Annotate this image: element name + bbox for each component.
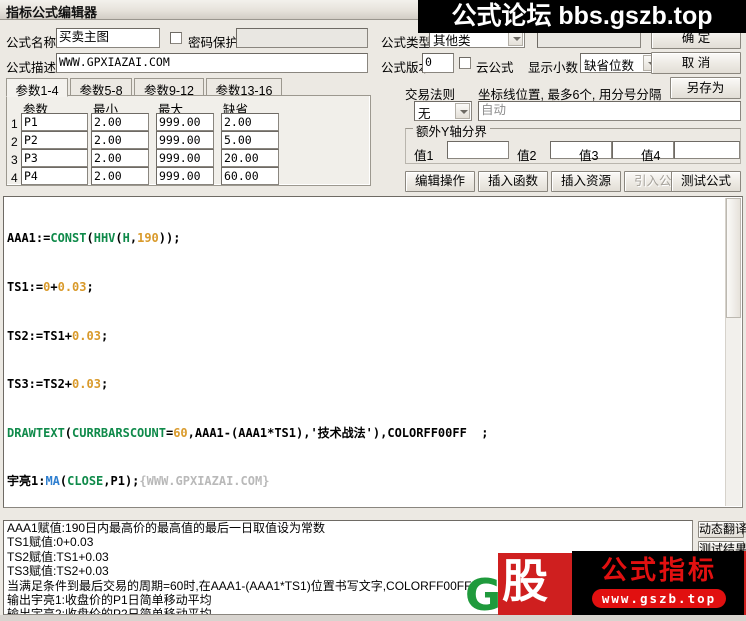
cloud-formula-checkbox[interactable]	[459, 57, 471, 69]
axis-value-1-input[interactable]	[447, 141, 509, 159]
watermark-bull-char: 股	[502, 555, 548, 607]
param-name-input-1[interactable]: P1	[21, 113, 88, 131]
param-max-input-3[interactable]: 999.00	[156, 149, 214, 167]
password-protect-checkbox[interactable]	[170, 32, 182, 44]
output-line-1: AAA1赋值:190日内最高价的最高值的最后一日取值设为常数	[7, 521, 326, 535]
param-row-number-1: 1	[11, 117, 18, 131]
param-row-number-3: 3	[11, 153, 18, 167]
code-editor[interactable]: AAA1:=CONST(HHV(H,190)); TS1:=0+0.03; TS…	[3, 196, 743, 508]
password-protect-label: 密码保护	[188, 36, 239, 50]
password-input[interactable]	[236, 28, 368, 48]
dynamic-translate-button[interactable]: 动态翻译	[698, 521, 746, 538]
watermark-badge-url: www.gszb.top	[592, 589, 726, 608]
parameter-tabs: 参数1-4 参数5-8 参数9-12 参数13-16	[6, 78, 371, 98]
parameter-table-panel: 参数 最小 最大 缺省 1 P1 2.00 999.00 2.00 2 P2 2…	[6, 95, 371, 186]
trade-rule-value: 无	[418, 107, 431, 121]
axis-value-2-label: 值2	[517, 149, 537, 163]
extra-y-axis-caption: 额外Y轴分界	[413, 121, 490, 140]
save-as-button[interactable]: 另存为	[670, 77, 741, 99]
editor-scrollbar-thumb[interactable]	[726, 198, 741, 318]
param-default-input-4[interactable]: 60.00	[221, 167, 279, 185]
axis-value-1-label: 值1	[414, 149, 434, 163]
window-title: 指标公式编辑器	[6, 5, 98, 20]
code-line-4: TS3:=TS2+0.03;	[7, 377, 109, 392]
param-max-input-1[interactable]: 999.00	[156, 113, 214, 131]
formula-name-input[interactable]: 买卖主图	[56, 28, 160, 48]
decimals-value: 缺省位数	[584, 59, 635, 73]
watermark-badge-title: 公式指标	[600, 555, 717, 585]
insert-resource-button[interactable]: 插入资源	[551, 171, 621, 192]
decimals-select[interactable]: 缺省位数	[580, 53, 660, 73]
formula-desc-label: 公式描述	[6, 61, 57, 75]
cancel-button[interactable]: 取 消	[651, 52, 741, 74]
axis-position-input[interactable]: 自动	[478, 101, 741, 121]
param-max-input-2[interactable]: 999.00	[156, 131, 214, 149]
param-min-input-1[interactable]: 2.00	[91, 113, 149, 131]
param-max-input-4[interactable]: 999.00	[156, 167, 214, 185]
cloud-formula-label: 云公式	[476, 61, 514, 75]
decimals-label: 显示小数	[528, 61, 579, 75]
param-default-input-3[interactable]: 20.00	[221, 149, 279, 167]
edit-operations-button[interactable]: 编辑操作	[405, 171, 475, 192]
code-line-2: TS1:=0+0.03;	[7, 280, 94, 294]
param-name-input-3[interactable]: P3	[21, 149, 88, 167]
param-name-input-4[interactable]: P4	[21, 167, 88, 185]
output-line-2: TS1赋值:0+0.03	[7, 535, 94, 550]
tab-params-5-8[interactable]: 参数5-8	[70, 78, 132, 98]
code-line-3: TS2:=TS1+0.03;	[7, 328, 109, 343]
param-row-number-4: 4	[11, 171, 18, 185]
code-content[interactable]: AAA1:=CONST(HHV(H,190)); TS1:=0+0.03; TS…	[7, 198, 742, 507]
watermark-top-banner: 公式论坛 bbs.gszb.top	[418, 0, 746, 33]
formula-type-label: 公式类型	[381, 36, 432, 50]
param-default-input-1[interactable]: 2.00	[221, 113, 279, 131]
editor-vertical-scrollbar[interactable]	[725, 198, 741, 506]
param-min-input-2[interactable]: 2.00	[91, 131, 149, 149]
formula-name-label: 公式名称	[6, 36, 57, 50]
formula-version-input[interactable]: 0	[422, 53, 454, 73]
axis-value-4-input[interactable]	[674, 141, 740, 159]
formula-desc-input[interactable]: WWW.GPXIAZAI.COM	[56, 53, 368, 73]
axis-value-4-label: 值4	[641, 149, 661, 163]
tab-params-13-16[interactable]: 参数13-16	[206, 78, 282, 98]
param-min-input-3[interactable]: 2.00	[91, 149, 149, 167]
indicator-formula-editor-window: 指标公式编辑器 公式名称 买卖主图 密码保护 公式类型 其他类 确 定 公式描述…	[0, 0, 746, 618]
param-default-input-2[interactable]: 5.00	[221, 131, 279, 149]
code-line-5: DRAWTEXT(CURRBARSCOUNT=60,AAA1-(AAA1*TS1…	[7, 425, 489, 440]
axis-value-3-label: 值3	[579, 149, 599, 163]
param-row-number-2: 2	[11, 135, 18, 149]
insert-function-button[interactable]: 插入函数	[478, 171, 548, 192]
watermark-black-badge: 公式指标 www.gszb.top	[572, 551, 746, 615]
param-min-input-4[interactable]: 2.00	[91, 167, 149, 185]
tab-params-9-12[interactable]: 参数9-12	[134, 78, 204, 98]
param-name-input-2[interactable]: P2	[21, 131, 88, 149]
chevron-down-icon-rule[interactable]	[455, 103, 470, 119]
test-formula-button[interactable]: 测试公式	[671, 171, 741, 192]
tab-params-1-4[interactable]: 参数1-4	[6, 78, 68, 98]
code-line-1: AAA1:=CONST(HHV(H,190));	[7, 231, 181, 246]
watermark-bull-logo: 股	[498, 553, 576, 615]
trade-rule-select[interactable]: 无	[414, 101, 472, 121]
code-line-6: 宇亮1:MA(CLOSE,P1);{WWW.GPXIAZAI.COM}	[7, 474, 270, 489]
